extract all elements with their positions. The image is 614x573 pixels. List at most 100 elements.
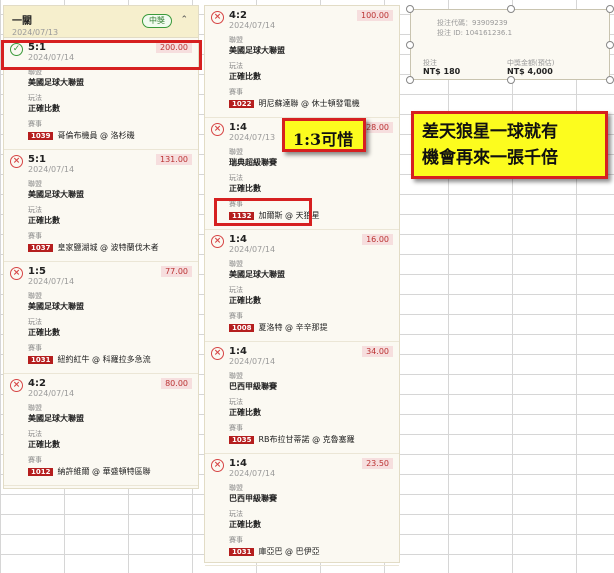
- resize-handle[interactable]: [507, 76, 515, 84]
- play-label: 玩法: [229, 510, 243, 518]
- play-value: 正確比數: [28, 216, 60, 225]
- bet-list: ✓ 5:1 2024/07/14 200.00 聯盟 美國足球大聯盟 玩法 正確…: [4, 38, 198, 486]
- x-circle-icon: ×: [211, 347, 224, 360]
- league-value: 美國足球大聯盟: [28, 78, 84, 87]
- match-id-badge: 1022: [229, 100, 255, 108]
- match-label: 賽事: [28, 456, 42, 464]
- bet-item[interactable]: × 1:4 2024/07/14 23.50 聯盟 巴西甲級聯賽 玩法 正確比數…: [205, 454, 399, 566]
- match-label: 賽事: [229, 424, 243, 432]
- match-id-badge: 1132: [229, 212, 255, 220]
- bet-amount: 23.50: [362, 458, 393, 469]
- match-id-badge: 1037: [28, 244, 54, 252]
- match-id-badge: 1031: [229, 548, 255, 556]
- play-label: 玩法: [229, 286, 243, 294]
- callout-score-note[interactable]: 1:3可惜: [282, 118, 366, 152]
- match-name: 紐約紅牛 @ 科羅拉多急流: [57, 355, 151, 364]
- match-id-badge: 1012: [28, 468, 54, 476]
- play-label: 玩法: [229, 174, 243, 182]
- match-id-badge: 1008: [229, 324, 255, 332]
- play-value: 正確比數: [28, 104, 60, 113]
- bet-item[interactable]: × 5:1 2024/07/14 131.00 聯盟 美國足球大聯盟 玩法 正確…: [4, 150, 198, 262]
- bet-item[interactable]: × 4:2 2024/07/14 100.00 聯盟 美國足球大聯盟 玩法 正確…: [205, 6, 399, 118]
- resize-handle[interactable]: [606, 5, 614, 13]
- match-row: 1037 皇家鹽湖城 @ 波特蘭伐木者: [28, 242, 192, 253]
- league-value: 美國足球大聯盟: [28, 414, 84, 423]
- bet-amount: 34.00: [362, 346, 393, 357]
- resize-handle[interactable]: [507, 5, 515, 13]
- match-name: 庫亞巴 @ 巴伊亞: [258, 547, 320, 556]
- match-row: 1031 紐約紅牛 @ 科羅拉多急流: [28, 354, 192, 365]
- league-value: 巴西甲級聯賽: [229, 494, 277, 503]
- bet-item[interactable]: × 1:5 2024/07/14 77.00 聯盟 美國足球大聯盟 玩法 正確比…: [4, 262, 198, 374]
- resize-handle[interactable]: [606, 41, 614, 49]
- bet-amount: 131.00: [156, 154, 192, 165]
- parlay-header[interactable]: 一關 2024/07/13 中獎 ⌃: [4, 6, 198, 38]
- match-label: 賽事: [229, 312, 243, 320]
- league-value: 美國足球大聯盟: [28, 302, 84, 311]
- check-circle-icon: ✓: [10, 43, 23, 56]
- bet-item[interactable]: × 1:4 2024/07/14 34.00 聯盟 巴西甲級聯賽 玩法 正確比數…: [205, 342, 399, 454]
- bet-item[interactable]: ✓ 5:1 2024/07/14 200.00 聯盟 美國足球大聯盟 玩法 正確…: [4, 38, 198, 150]
- league-label: 聯盟: [229, 484, 243, 492]
- bet-id: 投注 ID: 104161236.1: [437, 29, 513, 37]
- bet-summary-box[interactable]: 投注代碼：93909239 投注 ID: 104161236.1 投注 NT$ …: [406, 5, 614, 84]
- league-value: 美國足球大聯盟: [28, 190, 84, 199]
- bet-date: 2024/07/14: [229, 469, 276, 478]
- bet-date: 2024/07/14: [28, 277, 75, 286]
- bet-item[interactable]: × 1:4 2024/07/14 16.00 聯盟 美國足球大聯盟 玩法 正確比…: [205, 230, 399, 342]
- match-label: 賽事: [229, 536, 243, 544]
- play-value: 正確比數: [28, 328, 60, 337]
- x-circle-icon: ×: [10, 379, 23, 392]
- match-name: 夏洛特 @ 辛辛那提: [258, 323, 328, 332]
- play-value: 正確比數: [229, 408, 261, 417]
- league-value: 瑞典超級聯賽: [229, 158, 277, 167]
- chevron-up-icon[interactable]: ⌃: [180, 15, 188, 25]
- x-circle-icon: ×: [211, 459, 224, 472]
- resize-handle[interactable]: [406, 76, 414, 84]
- league-label: 聯盟: [28, 68, 42, 76]
- match-id-badge: 1039: [28, 132, 54, 140]
- match-label: 賽事: [229, 88, 243, 96]
- x-circle-icon: ×: [211, 235, 224, 248]
- play-value: 正確比數: [229, 72, 261, 81]
- callout-text: 1:3可惜: [293, 130, 354, 149]
- match-name: 皇家鹽湖城 @ 波特蘭伐木者: [57, 243, 159, 252]
- bet-amount: 16.00: [362, 234, 393, 245]
- bet-item[interactable]: × 4:2 2024/07/14 80.00 聯盟 美國足球大聯盟 玩法 正確比…: [4, 374, 198, 486]
- resize-handle[interactable]: [606, 76, 614, 84]
- bet-date: 2024/07/14: [28, 389, 75, 398]
- match-name: RB布拉甘蒂諾 @ 克魯塞羅: [258, 435, 355, 444]
- play-label: 玩法: [28, 206, 42, 214]
- match-name: 加爾斯 @ 天狼星: [258, 211, 320, 220]
- callout-main-note[interactable]: 差天狼星一球就有 機會再來一張千倍: [411, 111, 608, 179]
- match-label: 賽事: [28, 120, 42, 128]
- parlay-date: 2024/07/13: [12, 28, 59, 37]
- league-value: 美國足球大聯盟: [229, 270, 285, 279]
- bet-amount: 28.00: [362, 122, 393, 133]
- league-label: 聯盟: [229, 36, 243, 44]
- x-circle-icon: ×: [211, 123, 224, 136]
- bet-amount: 200.00: [156, 42, 192, 53]
- league-label: 聯盟: [28, 180, 42, 188]
- match-label: 賽事: [28, 232, 42, 240]
- match-name: 明尼蘇達聯 @ 休士頓發電機: [258, 99, 360, 108]
- bet-slip-panel-left: 一關 2024/07/13 中獎 ⌃ ✓ 5:1 2024/07/14 200.…: [3, 5, 199, 489]
- resize-handle[interactable]: [406, 5, 414, 13]
- league-label: 聯盟: [229, 372, 243, 380]
- bet-date: 2024/07/14: [28, 53, 75, 62]
- play-value: 正確比數: [229, 184, 261, 193]
- bet-date: 2024/07/14: [229, 21, 276, 30]
- play-label: 玩法: [229, 398, 243, 406]
- match-row: 1035 RB布拉甘蒂諾 @ 克魯塞羅: [229, 434, 393, 445]
- league-label: 聯盟: [229, 260, 243, 268]
- status-badge: 中獎: [142, 14, 172, 28]
- bet-amount: 80.00: [161, 378, 192, 389]
- resize-handle[interactable]: [406, 41, 414, 49]
- match-name: 哥倫布機員 @ 洛杉磯: [57, 131, 135, 140]
- play-value: 正確比數: [229, 520, 261, 529]
- play-label: 玩法: [28, 94, 42, 102]
- play-label: 玩法: [28, 318, 42, 326]
- play-value: 正確比數: [229, 296, 261, 305]
- match-row: 1008 夏洛特 @ 辛辛那提: [229, 322, 393, 333]
- bet-amount: 100.00: [357, 10, 393, 21]
